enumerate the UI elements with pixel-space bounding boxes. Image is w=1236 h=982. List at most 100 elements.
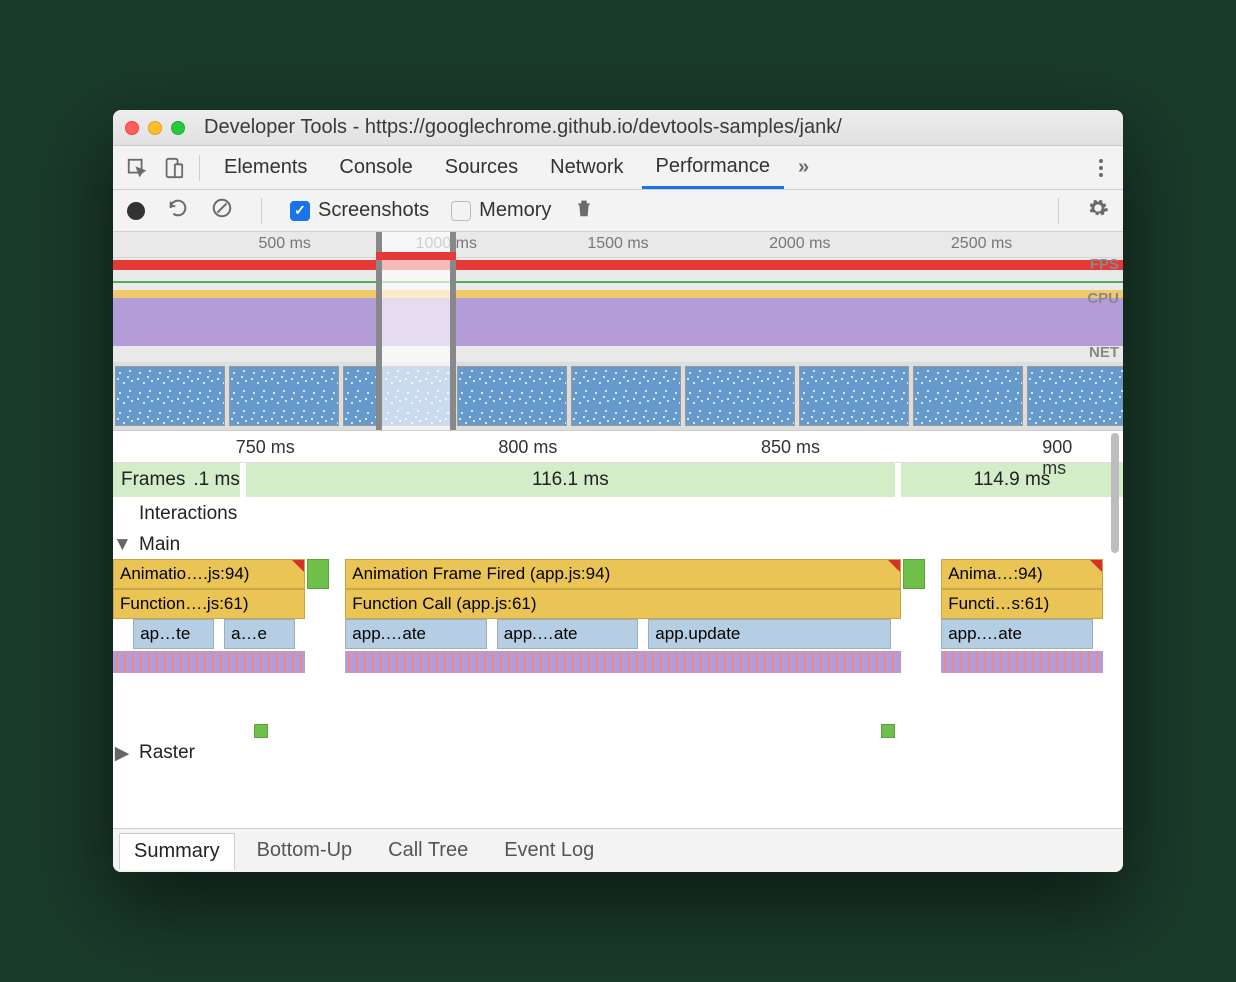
checkbox-checked-icon: [290, 201, 310, 221]
main-label: Main: [131, 534, 201, 556]
separator: [199, 155, 200, 181]
flame-event[interactable]: Animation Frame Fired (app.js:94): [345, 559, 901, 589]
frame-duration: .1 ms: [193, 469, 239, 491]
overview-net: NET: [113, 346, 1123, 362]
screenshot-thumb[interactable]: [799, 366, 909, 426]
menu-icon[interactable]: [1087, 155, 1115, 181]
tab-call-tree[interactable]: Call Tree: [374, 833, 482, 868]
frame-duration: 116.1 ms: [246, 469, 895, 491]
tab-event-log[interactable]: Event Log: [490, 833, 608, 868]
ruler-tick: 750 ms: [236, 437, 295, 458]
overview-selection-handle[interactable]: [376, 232, 457, 430]
scrollbar-thumb[interactable]: [1111, 433, 1119, 553]
details-tabs: Summary Bottom-Up Call Tree Event Log: [113, 828, 1123, 872]
inspect-element-icon[interactable]: [121, 152, 153, 184]
ov-tick: 2000 ms: [769, 235, 830, 253]
memory-label: Memory: [479, 199, 551, 222]
screenshots-checkbox[interactable]: Screenshots: [290, 199, 429, 222]
raster-label: Raster: [131, 742, 203, 764]
fps-label: FPS: [1090, 256, 1119, 273]
reload-button[interactable]: [167, 197, 189, 224]
overview-greenline: [113, 274, 1123, 290]
flame-event[interactable]: Functi…s:61): [941, 589, 1103, 619]
flame-event[interactable]: app.…ate: [941, 619, 1093, 649]
separator: [261, 198, 262, 224]
minimize-icon[interactable]: [148, 121, 162, 135]
ruler-tick: 900 ms: [1042, 437, 1082, 479]
interactions-track[interactable]: Interactions: [113, 497, 1123, 531]
ruler-tick: 800 ms: [498, 437, 557, 458]
tab-elements[interactable]: Elements: [210, 148, 321, 187]
flame-micro-events[interactable]: [345, 651, 901, 673]
flame-event[interactable]: [903, 559, 925, 589]
ov-tick: 500 ms: [258, 235, 310, 253]
perf-toolbar: Screenshots Memory: [113, 190, 1123, 232]
interactions-label: Interactions: [131, 503, 245, 525]
flame-micro-events[interactable]: [113, 651, 305, 673]
titlebar: Developer Tools - https://googlechrome.g…: [113, 110, 1123, 146]
frames-label: Frames: [113, 469, 193, 491]
flame-event[interactable]: app.…ate: [345, 619, 486, 649]
maximize-icon[interactable]: [171, 121, 185, 135]
scrollbar[interactable]: [1109, 431, 1121, 828]
main-track[interactable]: Animatio….js:94) Animation Frame Fired (a…: [113, 559, 1123, 739]
net-label: NET: [1089, 344, 1119, 361]
separator: [1058, 198, 1059, 224]
settings-icon[interactable]: [1087, 197, 1109, 224]
flame-event[interactable]: Function….js:61): [113, 589, 305, 619]
cpu-label: CPU: [1087, 290, 1119, 307]
tab-performance[interactable]: Performance: [642, 147, 785, 189]
memory-checkbox[interactable]: Memory: [451, 199, 551, 222]
flame-event[interactable]: ap…te: [133, 619, 214, 649]
flame-event[interactable]: Animatio….js:94): [113, 559, 305, 589]
raster-track-header[interactable]: ▶ Raster: [113, 739, 1123, 767]
overview-ruler: 500 ms 1000 ms 1500 ms 2000 ms 2500 ms: [113, 232, 1123, 258]
screenshot-thumb[interactable]: [115, 366, 225, 426]
raster-event[interactable]: [254, 724, 268, 738]
flame-event[interactable]: Function Call (app.js:61): [345, 589, 901, 619]
device-toggle-icon[interactable]: [157, 152, 189, 184]
overview-screenshots: [113, 362, 1123, 430]
screenshot-thumb[interactable]: [229, 366, 339, 426]
devtools-window: Developer Tools - https://googlechrome.g…: [113, 110, 1123, 872]
delete-button[interactable]: [573, 197, 595, 224]
screenshot-thumb[interactable]: [1027, 366, 1123, 426]
tabs-overflow-icon[interactable]: »: [788, 152, 821, 183]
window-title: Developer Tools - https://googlechrome.g…: [194, 116, 1111, 139]
overview-cpu: CPU: [113, 290, 1123, 346]
flame-event[interactable]: [307, 559, 329, 589]
screenshots-label: Screenshots: [318, 199, 429, 222]
close-icon[interactable]: [125, 121, 139, 135]
panel-tabs: Elements Console Sources Network Perform…: [113, 146, 1123, 190]
ov-tick: 2500 ms: [951, 235, 1012, 253]
flame-event[interactable]: Anima…:94): [941, 559, 1103, 589]
screenshot-thumb[interactable]: [457, 366, 567, 426]
record-button[interactable]: [127, 202, 145, 220]
flame-chart[interactable]: 750 ms 800 ms 850 ms 900 ms Frames .1 ms…: [113, 431, 1123, 828]
ruler-tick: 850 ms: [761, 437, 820, 458]
frame-duration: 114.9 ms: [901, 469, 1123, 491]
flame-event[interactable]: app.…ate: [497, 619, 638, 649]
tab-sources[interactable]: Sources: [431, 148, 532, 187]
tab-summary[interactable]: Summary: [119, 833, 235, 870]
frames-track[interactable]: Frames .1 ms 116.1 ms 114.9 ms: [113, 463, 1123, 497]
tab-console[interactable]: Console: [325, 148, 426, 187]
clear-button[interactable]: [211, 197, 233, 224]
collapse-icon[interactable]: ▼: [113, 534, 131, 556]
time-ruler: 750 ms 800 ms 850 ms 900 ms: [113, 431, 1123, 463]
overview-pane[interactable]: 500 ms 1000 ms 1500 ms 2000 ms 2500 ms F…: [113, 232, 1123, 431]
raster-event[interactable]: [881, 724, 895, 738]
overview-fps: FPS: [113, 258, 1123, 274]
ov-tick: 1500 ms: [587, 235, 648, 253]
expand-icon[interactable]: ▶: [113, 742, 131, 765]
screenshot-thumb[interactable]: [913, 366, 1023, 426]
tab-bottom-up[interactable]: Bottom-Up: [243, 833, 367, 868]
flame-event[interactable]: a…e: [224, 619, 295, 649]
main-track-header[interactable]: ▼ Main: [113, 531, 1123, 559]
tab-network[interactable]: Network: [536, 148, 637, 187]
flame-micro-events[interactable]: [941, 651, 1103, 673]
checkbox-unchecked-icon: [451, 201, 471, 221]
screenshot-thumb[interactable]: [685, 366, 795, 426]
screenshot-thumb[interactable]: [571, 366, 681, 426]
flame-event[interactable]: app.update: [648, 619, 890, 649]
